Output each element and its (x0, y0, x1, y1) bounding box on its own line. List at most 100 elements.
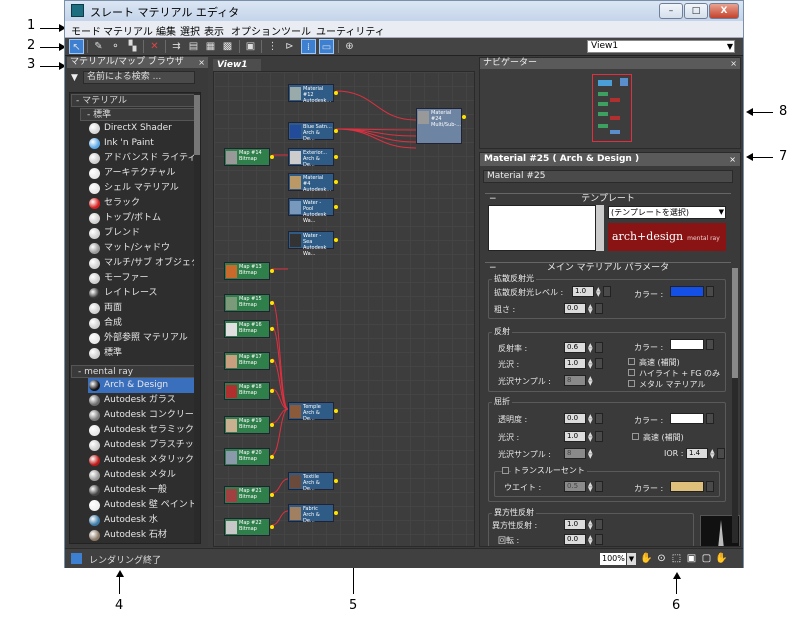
node-output-port[interactable] (270, 493, 274, 497)
material-node[interactable]: Map #13 Bitmap (224, 262, 270, 280)
spinner-arrows-icon[interactable]: ▲ ▼ (588, 304, 593, 315)
fast-interpolate-checkbox[interactable] (628, 358, 635, 365)
parameter-icon[interactable]: ⁞ (301, 39, 316, 54)
list-item[interactable]: Autodesk セラミック (88, 423, 200, 438)
group-mental-ray[interactable]: - mental ray (71, 365, 199, 378)
anisotropy-map-button[interactable] (595, 519, 603, 530)
node-view[interactable]: Material #12 Autodesk... Blue Satn... Arch … (213, 71, 475, 547)
list-item[interactable]: Ink 'n Paint (88, 136, 200, 151)
list-item[interactable]: レイトレース (88, 286, 200, 301)
node-output-port[interactable] (270, 389, 274, 393)
zoom-field[interactable]: 100% (600, 553, 626, 565)
params-scroll-thumb[interactable] (732, 268, 738, 378)
material-name-field[interactable]: Material #25 (483, 170, 733, 183)
menu-view[interactable]: 表示 (204, 23, 224, 38)
list-item[interactable]: 両面 (88, 301, 200, 316)
template-list[interactable] (488, 205, 596, 251)
spinner-arrows-icon[interactable]: ▲ ▼ (588, 482, 593, 493)
transparency-map-button[interactable] (595, 413, 603, 424)
spinner-arrows-icon[interactable]: ▲ ▼ (588, 343, 593, 354)
menu-mode[interactable]: モード (71, 23, 101, 38)
maximize-button[interactable]: □ (684, 3, 708, 19)
view-select-dropdown[interactable]: View1 ▼ (587, 40, 735, 53)
show-map-icon[interactable]: ⋮ (265, 39, 280, 54)
refraction-gloss-spinner[interactable]: 1.0 (564, 431, 586, 442)
anisotropy-spinner[interactable]: 1.0 (564, 519, 586, 530)
menu-utilities[interactable]: ユーティリティ (316, 23, 385, 38)
list-item[interactable]: ブレンド (88, 226, 200, 241)
minimize-button[interactable]: – (659, 3, 683, 19)
close-icon[interactable]: × (730, 58, 737, 69)
material-node[interactable]: Map #15 Bitmap (224, 294, 270, 312)
list-item[interactable]: アーキテクチャル (88, 166, 200, 181)
reflection-gloss-map-button[interactable] (595, 358, 603, 369)
material-node[interactable]: Map #17 Bitmap (224, 352, 270, 370)
material-node[interactable]: Map #14 Bitmap (224, 148, 270, 166)
params-scrollbar[interactable] (732, 268, 738, 543)
list-item[interactable]: DirectX Shader (88, 121, 200, 136)
reflection-gloss-spinner[interactable]: 1.0 (564, 358, 586, 369)
menu-material[interactable]: マテリアル (103, 23, 153, 38)
list-item[interactable]: 標準 (88, 346, 200, 361)
menu-options[interactable]: オプション (231, 23, 281, 38)
node-output-port[interactable] (334, 155, 338, 159)
list-item[interactable]: Arch & Design (88, 378, 200, 393)
list-item[interactable]: セラック (88, 196, 200, 211)
roughness-map-button[interactable] (595, 303, 603, 314)
list-item[interactable]: Autodesk 一般 (88, 483, 200, 498)
template-select-dropdown[interactable]: (テンプレートを選択) ▼ (608, 206, 726, 219)
group-standard[interactable]: - 標準 (80, 108, 199, 121)
list-item[interactable]: Autodesk 水 (88, 513, 200, 528)
material-node[interactable]: Exterior... Arch & De... (288, 148, 334, 168)
spinner-arrows-icon[interactable]: ▲ ▼ (588, 535, 593, 546)
spinner-arrows-icon[interactable]: ▲ ▼ (588, 432, 593, 443)
diffuse-level-spinner[interactable]: 1.0 (572, 286, 594, 297)
diffuse-color-swatch[interactable] (670, 286, 704, 297)
diffuse-color-map-button[interactable] (706, 286, 714, 297)
spinner-arrows-icon[interactable]: ▲ ▼ (710, 449, 715, 460)
material-node[interactable]: Blue Satn... Arch & De... (288, 122, 334, 142)
material-node[interactable]: Map #18 Bitmap (224, 382, 270, 400)
show-params-icon[interactable]: ▭ (319, 39, 334, 54)
node-output-port[interactable] (270, 423, 274, 427)
zoom-extents-selected-icon[interactable]: ▢ (700, 552, 713, 565)
delete-icon[interactable]: ✕ (147, 39, 162, 54)
node-output-port[interactable] (270, 359, 274, 363)
hide-unused-icon[interactable]: ▤ (186, 39, 201, 54)
node-output-port[interactable] (334, 238, 338, 242)
translucency-weight-map-button[interactable] (595, 481, 603, 492)
refraction-color-swatch[interactable] (670, 413, 704, 424)
template-list-scrollbar[interactable] (596, 205, 604, 251)
pan-icon[interactable]: ✋ (640, 552, 653, 565)
select-icon[interactable]: ↖ (69, 39, 84, 54)
node-output-port[interactable] (334, 180, 338, 184)
node-output-port[interactable] (334, 205, 338, 209)
close-icon[interactable]: × (198, 57, 205, 68)
pick-icon[interactable]: ▚ (125, 39, 140, 54)
list-item[interactable]: Autodesk ガラス (88, 393, 200, 408)
assign-icon[interactable]: ⚬ (108, 39, 123, 54)
list-item[interactable]: 合成 (88, 316, 200, 331)
translucency-weight-spinner[interactable]: 0.5 (564, 481, 586, 492)
material-node[interactable]: Map #22 Bitmap (224, 518, 270, 536)
browser-scrollbar[interactable] (194, 93, 200, 543)
spinner-arrows-icon[interactable]: ▲ ▼ (588, 359, 593, 370)
reflection-color-map-button[interactable] (706, 339, 714, 350)
list-item[interactable]: トップ/ボトム (88, 211, 200, 226)
zoom-select-icon[interactable]: ⊕ (342, 39, 357, 54)
material-node[interactable]: Map #16 Bitmap (224, 320, 270, 338)
list-item[interactable]: モーファー (88, 271, 200, 286)
translucency-checkbox[interactable] (502, 467, 509, 474)
list-item[interactable]: Autodesk プラスチッ... (88, 438, 200, 453)
node-output-port[interactable] (334, 511, 338, 515)
reflectivity-map-button[interactable] (595, 342, 603, 353)
material-node[interactable]: Water - Sea Autodesk Wa... (288, 231, 334, 257)
background-icon[interactable]: ▣ (243, 39, 258, 54)
checker-icon[interactable]: ▩ (220, 39, 235, 54)
translucency-color-swatch[interactable] (670, 481, 704, 492)
material-node[interactable]: Map #19 Bitmap (224, 416, 270, 434)
pan-to-selected-icon[interactable]: ✋ (715, 552, 728, 565)
title-bar[interactable]: スレート マテリアル エディタ – □ X (65, 1, 743, 21)
eyedropper-icon[interactable]: ✎ (91, 39, 106, 54)
reflectivity-spinner[interactable]: 0.6 (564, 342, 586, 353)
